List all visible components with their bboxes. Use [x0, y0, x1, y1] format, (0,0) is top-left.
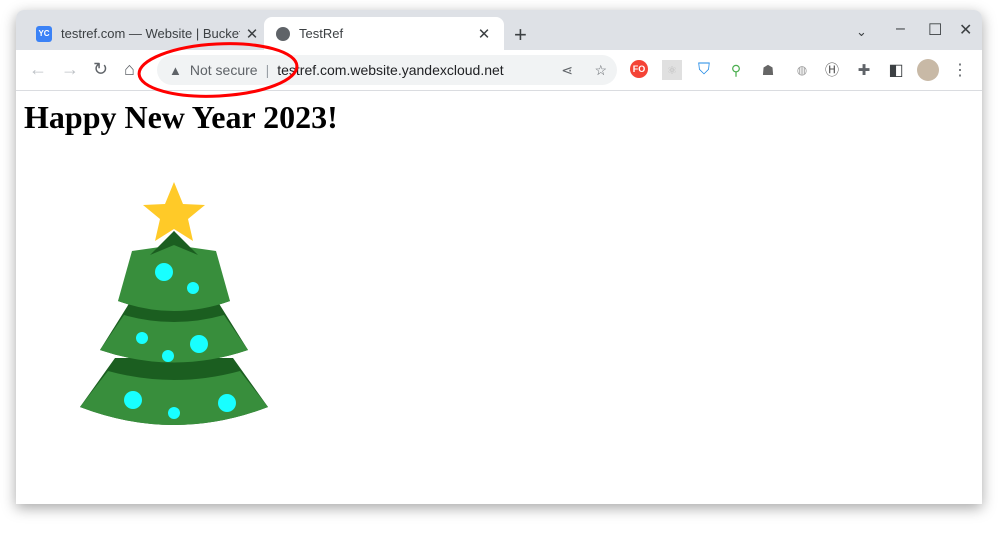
yc-favicon-icon: YC [36, 25, 52, 42]
warning-icon: ▲ [169, 62, 182, 78]
forward-button[interactable]: → [61, 59, 79, 80]
ornament [155, 263, 173, 281]
ornament [168, 407, 180, 419]
ornament [136, 332, 148, 344]
home-button[interactable]: ⌂ [124, 59, 135, 80]
globe-icon [276, 26, 290, 41]
security-status[interactable]: Not secure [190, 62, 258, 78]
ornament [124, 391, 142, 409]
close-tab-icon[interactable]: ✕ [472, 25, 496, 43]
url-text[interactable]: testref.com.website.yandexcloud.net [277, 62, 503, 78]
ornament [218, 394, 236, 412]
tree-layer-top [118, 245, 230, 311]
sp-extension-icon[interactable]: ◍ [792, 60, 812, 80]
tab-testref-bucket[interactable]: YC testref.com — Website | Bucket ✕ [26, 17, 264, 50]
tab-bar: YC testref.com — Website | Bucket ✕ Test… [16, 10, 982, 50]
tab-title: TestRef [299, 26, 344, 41]
maximize-button[interactable]: ☐ [928, 20, 942, 40]
ornament [190, 335, 208, 353]
ornament [162, 350, 174, 362]
close-window-button[interactable]: ✕ [959, 20, 972, 40]
minimize-button[interactable]: – [896, 20, 905, 38]
page-heading: Happy New Year 2023! [24, 99, 338, 135]
extensions-puzzle-icon[interactable]: ✚ [854, 60, 874, 80]
toolbar: ← → ↻ ⌂ ▲ Not secure | testref.com.websi… [16, 50, 982, 91]
tab-title: testref.com — Website | Bucket [61, 26, 240, 41]
vpn-shield-extension-icon[interactable]: ⛉ [694, 60, 714, 80]
fo-extension-icon[interactable]: FO [630, 60, 648, 78]
side-panel-icon[interactable]: ◧ [886, 60, 906, 80]
bookmark-star-icon[interactable]: ☆ [594, 62, 607, 79]
christmas-tree-image [80, 182, 268, 425]
share-icon[interactable]: ⋖ [561, 62, 573, 79]
tab-search-chevron-icon[interactable]: ⌄ [856, 24, 867, 40]
react-extension-icon[interactable]: ⚛ [662, 60, 682, 80]
new-tab-button[interactable]: + [514, 22, 527, 48]
tab-testref[interactable]: TestRef ✕ [264, 17, 504, 50]
tree-layer-middle [100, 315, 248, 363]
address-bar[interactable]: ▲ Not secure | testref.com.website.yande… [157, 55, 617, 85]
search-extension-icon[interactable]: ⚲ [726, 60, 746, 80]
divider: | [265, 62, 270, 78]
ornament [187, 282, 199, 294]
profile-avatar[interactable] [917, 59, 939, 81]
close-tab-icon[interactable]: ✕ [240, 25, 264, 43]
person-extension-icon[interactable]: ☗ [758, 60, 778, 80]
back-button[interactable]: ← [29, 59, 47, 80]
h-extension-icon[interactable]: Ⓗ [822, 60, 842, 80]
reload-button[interactable]: ↻ [93, 59, 108, 80]
menu-kebab-icon[interactable]: ⋮ [950, 60, 970, 80]
